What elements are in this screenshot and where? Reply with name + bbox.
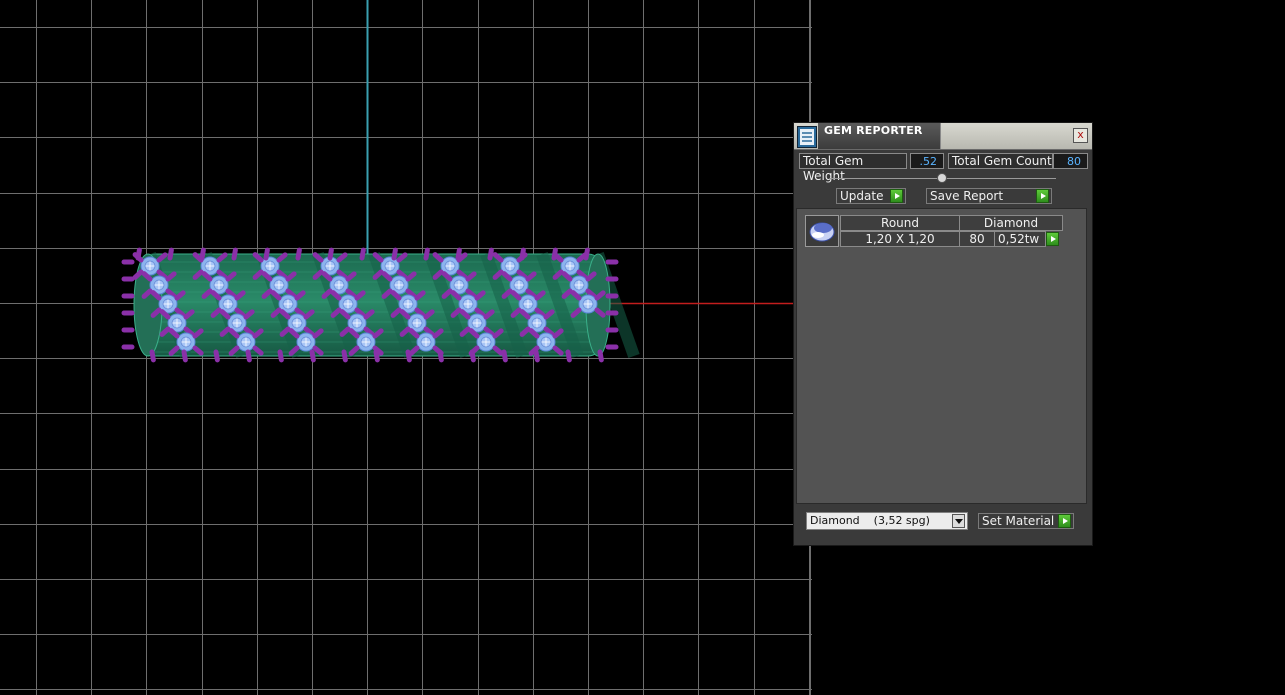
prong [213,349,220,363]
prong [373,349,380,363]
prong [341,349,348,363]
total-gem-weight-label: Total Gem Weight [799,153,907,183]
save-report-button-label: Save Report [930,189,1004,203]
prong [231,247,238,261]
column-header-shape: Round [840,215,960,231]
prong [199,247,206,261]
prong [551,247,558,261]
play-arrow-icon[interactable] [1046,232,1059,246]
prong [583,247,590,261]
prong [309,349,316,363]
update-button[interactable]: Update [836,188,906,204]
prong [487,247,494,261]
save-report-button[interactable]: Save Report [926,188,1052,204]
prong [327,247,334,261]
gem-weight-cell: 0,52tw [994,231,1046,247]
slider-handle[interactable] [937,173,947,183]
material-select[interactable]: Diamond (3,52 spg) [806,512,968,530]
prong [149,349,156,363]
prong [263,247,270,261]
prong [391,247,398,261]
prong [295,247,302,261]
chevron-down-icon[interactable] [952,514,965,528]
gem-reporter-icon [797,126,817,148]
panel-title-tab: GEM REPORTER [818,123,941,149]
prong [565,349,572,363]
column-header-material: Diamond [959,215,1063,231]
prong [277,349,284,363]
prong [359,247,366,261]
prong [469,349,476,363]
gem-list[interactable]: Round Diamond 1,20 X 1,20 80 0,52tw [796,208,1087,504]
play-arrow-icon [1036,189,1049,203]
prong [423,247,430,261]
prong [245,349,252,363]
total-gem-count-value: 80 [1053,153,1088,169]
update-button-label: Update [840,189,884,203]
gem-reporter-panel: GEM REPORTER x Total Gem Weight .52 Tota… [793,122,1093,546]
prong [167,247,174,261]
prong [519,247,526,261]
gem-size-cell: 1,20 X 1,20 [840,231,960,247]
prong [533,349,540,363]
prong [597,349,604,363]
set-material-button[interactable]: Set Material [978,513,1074,529]
material-select-value: Diamond (3,52 spg) [810,514,930,527]
round-diamond-icon[interactable] [805,215,839,247]
gem-count-cell: 80 [959,231,995,247]
total-gem-weight-value: .52 [910,153,944,169]
play-arrow-icon [890,189,903,203]
total-gem-count-label: Total Gem Count [948,153,1053,169]
close-icon[interactable]: x [1073,128,1088,143]
prong [405,349,412,363]
prong [455,247,462,261]
panel-title: GEM REPORTER [824,124,923,137]
prong [501,349,508,363]
set-material-button-label: Set Material [982,514,1055,528]
prong [135,247,142,261]
prong [181,349,188,363]
panel-titlebar[interactable]: GEM REPORTER x [794,123,1092,150]
play-arrow-icon [1058,514,1071,528]
prong [437,349,444,363]
